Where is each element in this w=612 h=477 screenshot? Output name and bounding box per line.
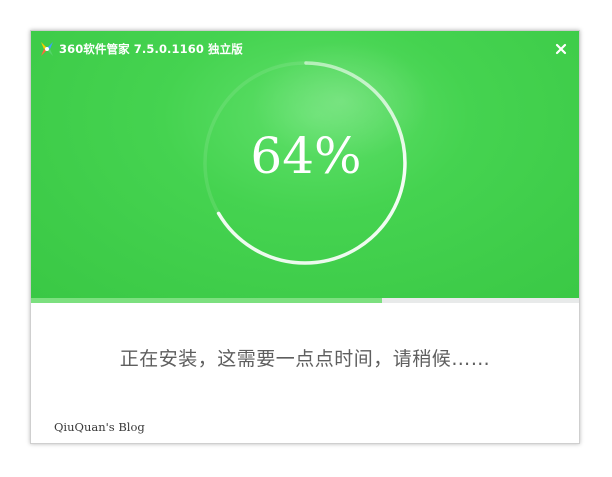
header-panel: 360软件管家 7.5.0.1160 独立版 64% xyxy=(31,31,579,298)
status-message: 正在安装，这需要一点点时间，请稍候…… xyxy=(119,348,491,370)
watermark-text: QiuQuan's Blog xyxy=(54,420,145,434)
progress-bar xyxy=(31,298,579,303)
installer-window: 360软件管家 7.5.0.1160 独立版 64% 正在安装，这需要一点点时间… xyxy=(30,30,580,444)
progress-percent: 64% xyxy=(250,127,362,185)
title-bar: 360软件管家 7.5.0.1160 独立版 xyxy=(39,40,243,58)
close-icon[interactable] xyxy=(553,41,569,57)
app-logo-icon xyxy=(41,42,53,56)
window-title: 360软件管家 7.5.0.1160 独立版 xyxy=(59,42,243,56)
progress-bar-fill xyxy=(31,298,382,303)
